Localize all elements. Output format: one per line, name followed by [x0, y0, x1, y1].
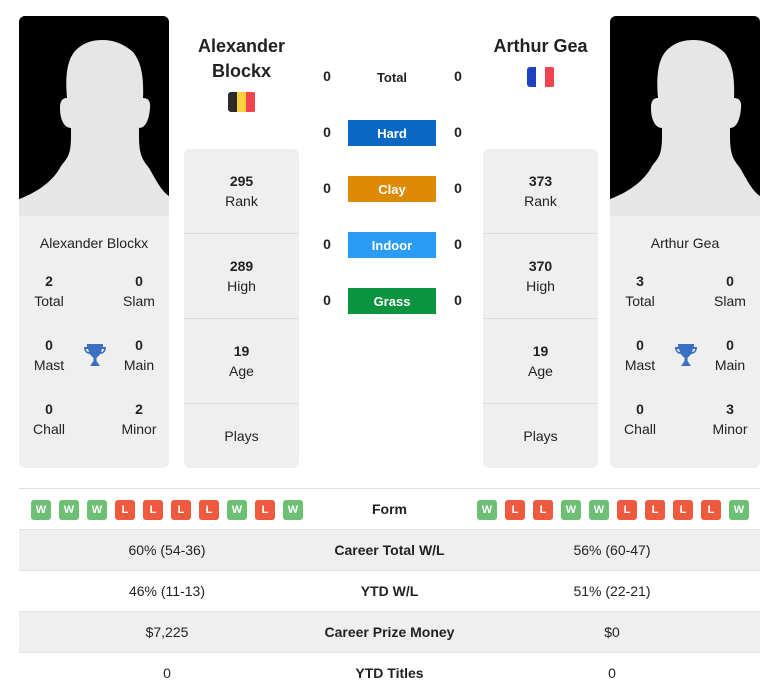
stat-high: 289 High: [184, 234, 299, 319]
form-row: WWWLLLLWLW Form WLLWWLLLLW: [19, 490, 760, 530]
player2-name[interactable]: Arthur Gea: [483, 34, 598, 59]
form-loss-badge[interactable]: L: [505, 500, 525, 520]
stat-age: 19 Age: [184, 319, 299, 404]
comparison-row-career-wl: 60% (54-36) Career Total W/L 56% (60-47): [19, 529, 760, 570]
form-label: Form: [372, 501, 407, 517]
form-win-badge[interactable]: W: [227, 500, 247, 520]
player2-form: WLLWWLLLLW: [477, 500, 749, 520]
player2-card-name: Arthur Gea: [650, 235, 720, 251]
titles-mast: 0 Mast: [624, 337, 656, 373]
form-loss-badge[interactable]: L: [673, 500, 693, 520]
trophy-icon: [675, 344, 697, 366]
form-loss-badge[interactable]: L: [617, 500, 637, 520]
h2h-total: 0 Total 0: [310, 64, 470, 90]
form-win-badge[interactable]: W: [589, 500, 609, 520]
player1-photo[interactable]: [19, 16, 169, 216]
stat-plays: Plays: [224, 428, 259, 444]
surface-indoor-badge: Indoor: [348, 232, 436, 258]
france-flag-icon: [526, 67, 555, 87]
divider: [19, 488, 760, 489]
player1-titles: 2 Total 0 Slam 0 Mast 0 Main 0 Chall 2 Minor: [19, 271, 169, 461]
form-loss-badge[interactable]: L: [199, 500, 219, 520]
player2-header: Arthur Gea: [483, 34, 598, 92]
form-loss-badge[interactable]: L: [701, 500, 721, 520]
player2-card: Arthur Gea 3 Total 0 Slam 0 Mast 0 Main 0 Cha…: [610, 16, 760, 468]
player1-name[interactable]: Alexander Blockx: [184, 34, 299, 84]
titles-main: 0 Main: [123, 337, 155, 373]
h2h-grass: 0 Grass 0: [310, 288, 470, 314]
stat-rank: 373 Rank: [483, 149, 598, 234]
titles-mast: 0 Mast: [33, 337, 65, 373]
avatar-silhouette-icon: [610, 40, 760, 216]
surface-clay-badge: Clay: [348, 176, 436, 202]
belgium-flag-icon: [227, 92, 256, 112]
form-win-badge[interactable]: W: [31, 500, 51, 520]
player1-form: WWWLLLLWLW: [31, 500, 303, 520]
h2h-clay: 0 Clay 0: [310, 176, 470, 202]
form-loss-badge[interactable]: L: [533, 500, 553, 520]
player2-photo[interactable]: [610, 16, 760, 216]
h2h-indoor: 0 Indoor 0: [310, 232, 470, 258]
form-win-badge[interactable]: W: [283, 500, 303, 520]
stat-age: 19 Age: [483, 319, 598, 404]
titles-minor: 2 Minor: [121, 401, 157, 437]
titles-chall: 0 Chall: [33, 401, 65, 437]
stat-plays: Plays: [523, 428, 558, 444]
form-loss-badge[interactable]: L: [255, 500, 275, 520]
player1-stats: 295 Rank 289 High 19 Age Plays: [184, 149, 299, 468]
comparison-row-prize-money: $7,225 Career Prize Money $0: [19, 611, 760, 652]
player2-stats: 373 Rank 370 High 19 Age Plays: [483, 149, 598, 468]
form-loss-badge[interactable]: L: [645, 500, 665, 520]
player1-card-name: Alexander Blockx: [39, 235, 149, 251]
form-win-badge[interactable]: W: [477, 500, 497, 520]
player1-header: Alexander Blockx: [184, 34, 299, 117]
comparison-row-ytd-wl: 46% (11-13) YTD W/L 51% (22-21): [19, 570, 760, 611]
comparison-row-ytd-titles: 0 YTD Titles 0: [19, 652, 760, 693]
titles-slam: 0 Slam: [123, 273, 155, 309]
titles-slam: 0 Slam: [714, 273, 746, 309]
surface-grass-badge: Grass: [348, 288, 436, 314]
stat-high: 370 High: [483, 234, 598, 319]
form-loss-badge[interactable]: L: [171, 500, 191, 520]
titles-minor: 3 Minor: [712, 401, 748, 437]
form-win-badge[interactable]: W: [729, 500, 749, 520]
titles-main: 0 Main: [714, 337, 746, 373]
player1-card: Alexander Blockx 2 Total 0 Slam 0 Mast 0 Mai…: [19, 16, 169, 468]
titles-total: 3 Total: [625, 273, 655, 309]
form-win-badge[interactable]: W: [561, 500, 581, 520]
form-win-badge[interactable]: W: [59, 500, 79, 520]
stat-rank: 295 Rank: [184, 149, 299, 234]
trophy-icon: [84, 344, 106, 366]
titles-total: 2 Total: [34, 273, 64, 309]
titles-chall: 0 Chall: [624, 401, 656, 437]
surface-total-label: Total: [376, 69, 408, 85]
form-loss-badge[interactable]: L: [115, 500, 135, 520]
form-win-badge[interactable]: W: [87, 500, 107, 520]
player2-titles: 3 Total 0 Slam 0 Mast 0 Main 0 Chall 3 Minor: [610, 271, 760, 461]
form-loss-badge[interactable]: L: [143, 500, 163, 520]
surface-hard-badge: Hard: [348, 120, 436, 146]
avatar-silhouette-icon: [19, 40, 169, 216]
h2h-hard: 0 Hard 0: [310, 120, 470, 146]
